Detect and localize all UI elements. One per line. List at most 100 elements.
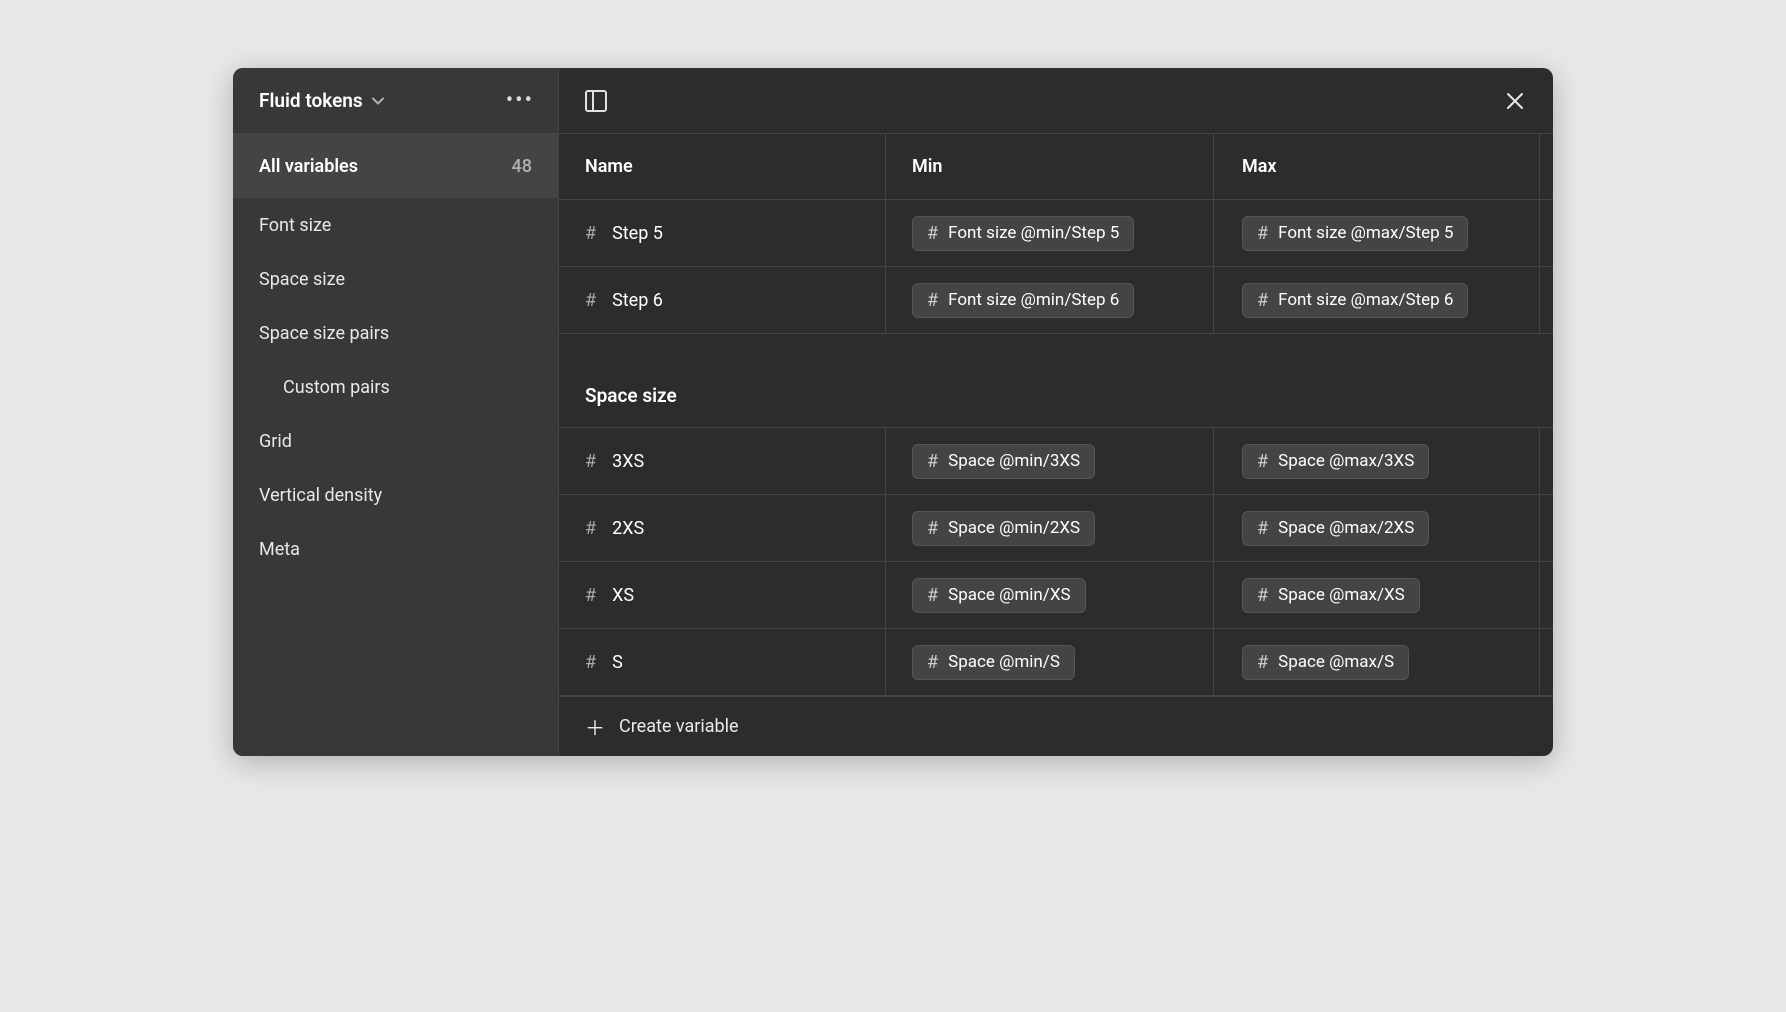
- variable-name-label: 3XS: [612, 451, 644, 472]
- sidebar-group-item[interactable]: Space size pairs: [233, 306, 558, 360]
- alias-chip[interactable]: # Space @max/S: [1242, 645, 1409, 680]
- column-name-header: Name: [559, 156, 885, 177]
- variable-name-label: 2XS: [612, 518, 644, 539]
- number-type-icon: #: [585, 518, 596, 539]
- variable-name-cell[interactable]: #XS: [559, 562, 885, 628]
- alias-chip-label: Space @min/2XS: [948, 518, 1080, 538]
- close-icon: [1505, 91, 1525, 111]
- variable-name-label: Step 5: [612, 223, 663, 244]
- variable-name-cell[interactable]: #3XS: [559, 428, 885, 494]
- alias-chip[interactable]: #Space @min/3XS: [912, 444, 1095, 479]
- table-row[interactable]: # Step 5 # Font size @min/Step 5 #Font size …: [559, 200, 1553, 267]
- number-type-icon: #: [585, 290, 596, 311]
- number-type-icon: #: [585, 451, 596, 472]
- max-value-cell[interactable]: # Space @max/S: [1213, 629, 1539, 695]
- min-value-cell[interactable]: #Space @min/S: [885, 629, 1213, 695]
- alias-chip[interactable]: #Space @min/2XS: [912, 511, 1095, 546]
- table-body: #Step 5#Font size @min/Step 5#Font size …: [559, 200, 1553, 696]
- variable-name-label: Step 6: [612, 290, 663, 311]
- max-value-cell[interactable]: #Font size @max/Step 5: [1213, 200, 1539, 266]
- min-value-cell[interactable]: #Space @min/2XS: [885, 495, 1213, 561]
- sidebar-item-all-variables[interactable]: All variables 48: [233, 134, 558, 198]
- row-end-spacer: [1539, 428, 1553, 494]
- create-variable-button[interactable]: ＋ Create variable: [559, 696, 1553, 756]
- column-max-header[interactable]: Max: [1213, 134, 1539, 199]
- collection-title-label: Fluid tokens: [259, 89, 363, 112]
- alias-chip-label: Space @min/3XS: [948, 451, 1080, 471]
- main-area: Name Min Max #Step 5#Font size @min/Step…: [559, 68, 1553, 756]
- max-value-cell[interactable]: # Font size @max/Step 6: [1213, 267, 1539, 333]
- sidebar-group-label: Space size pairs: [259, 323, 389, 344]
- sidebar-group-label: Font size: [259, 215, 331, 236]
- alias-chip[interactable]: # Space @max/2XS: [1242, 511, 1429, 546]
- number-type-icon: #: [1257, 290, 1268, 311]
- number-type-icon: #: [1257, 451, 1268, 472]
- sidebar-group-item[interactable]: Custom pairs: [233, 360, 558, 414]
- variable-count: 48: [512, 156, 532, 177]
- table-row[interactable]: #3XS#Space @min/3XS#Space @max/3XS: [559, 428, 1553, 495]
- alias-chip-label: Space @min/S: [948, 652, 1060, 672]
- column-end-spacer: [1539, 134, 1553, 199]
- alias-chip[interactable]: # Space @max/XS: [1242, 578, 1420, 613]
- sidebar-group-item[interactable]: Grid: [233, 414, 558, 468]
- collection-dropdown[interactable]: Fluid tokens: [259, 89, 385, 112]
- sidebar-group-item[interactable]: Space size: [233, 252, 558, 306]
- sidebar-group-item[interactable]: Meta: [233, 522, 558, 576]
- alias-chip[interactable]: # Font size @min/Step 5: [912, 216, 1134, 251]
- alias-chip-label: Space @max/XS: [1278, 585, 1405, 605]
- alias-chip-label: Space @max/S: [1278, 652, 1394, 672]
- number-type-icon: #: [585, 652, 596, 673]
- create-variable-label: Create variable: [619, 716, 739, 737]
- sidebar-group-label: Vertical density: [259, 485, 382, 506]
- variable-name-cell[interactable]: #2XS: [559, 495, 885, 561]
- sidebar-item-label: All variables: [259, 156, 358, 177]
- alias-chip[interactable]: # Font size @max/Step 6: [1242, 283, 1468, 318]
- alias-chip-label: Font size @min/Step 5: [948, 223, 1119, 243]
- variable-name-cell[interactable]: #S: [559, 629, 885, 695]
- row-end-spacer: [1539, 200, 1553, 266]
- alias-chip-label: Space @max/2XS: [1278, 518, 1414, 538]
- row-end-spacer: [1539, 562, 1553, 628]
- number-type-icon: #: [585, 223, 596, 244]
- alias-chip[interactable]: #Space @min/XS: [912, 578, 1086, 613]
- number-type-icon: #: [1257, 223, 1268, 244]
- column-min-header[interactable]: Min: [885, 134, 1213, 199]
- alias-chip[interactable]: #Space @max/3XS: [1242, 444, 1429, 479]
- max-value-cell[interactable]: # Space @max/2XS: [1213, 495, 1539, 561]
- alias-chip-label: Font size @min/Step 6: [948, 290, 1119, 310]
- main-header: [559, 68, 1553, 134]
- sidebar-group-label: Space size: [259, 269, 345, 290]
- sidebar-group-item[interactable]: Vertical density: [233, 468, 558, 522]
- min-value-cell[interactable]: # Font size @min/Step 5: [885, 200, 1213, 266]
- variable-name-label: S: [612, 652, 623, 673]
- min-value-cell[interactable]: #Space @min/XS: [885, 562, 1213, 628]
- table-row[interactable]: #XS #Space @min/XS # Space @max/XS: [559, 562, 1553, 629]
- chevron-down-icon: [371, 94, 385, 108]
- max-value-cell[interactable]: #Space @max/3XS: [1213, 428, 1539, 494]
- row-end-spacer: [1539, 629, 1553, 695]
- alias-chip[interactable]: #Font size @max/Step 5: [1242, 216, 1468, 251]
- number-type-icon: #: [1257, 518, 1268, 539]
- close-button[interactable]: [1503, 89, 1527, 113]
- number-type-icon: #: [927, 223, 938, 244]
- min-value-cell[interactable]: #Font size @min/Step 6: [885, 267, 1213, 333]
- sidebar-toggle-icon[interactable]: [585, 90, 607, 112]
- variable-name-cell[interactable]: # Step 6: [559, 267, 885, 333]
- number-type-icon: #: [1257, 585, 1268, 606]
- more-button[interactable]: •••: [502, 84, 538, 117]
- table-row[interactable]: #2XS#Space @min/2XS#Space @max/2XS: [559, 495, 1553, 562]
- table-row[interactable]: #Step 6#Font size @min/Step 6#Font size …: [559, 267, 1553, 334]
- max-value-cell[interactable]: # Space @max/XS: [1213, 562, 1539, 628]
- plus-icon: ＋: [585, 712, 605, 741]
- alias-chip[interactable]: #Space @min/S: [912, 645, 1075, 680]
- min-value-cell[interactable]: #Space @min/3XS: [885, 428, 1213, 494]
- sidebar: Fluid tokens ••• All variables 48 Font s…: [233, 68, 559, 756]
- alias-chip[interactable]: #Font size @min/Step 6: [912, 283, 1134, 318]
- alias-chip-label: Font size @max/Step 6: [1278, 290, 1453, 310]
- sidebar-group-item[interactable]: Font size: [233, 198, 558, 252]
- table-row[interactable]: #S#Space @min/S#Space @max/S: [559, 629, 1553, 696]
- variable-name-cell[interactable]: # Step 5: [559, 200, 885, 266]
- number-type-icon: #: [1257, 652, 1268, 673]
- group-header[interactable]: Space size: [559, 334, 1553, 428]
- ellipsis-icon: •••: [506, 88, 534, 113]
